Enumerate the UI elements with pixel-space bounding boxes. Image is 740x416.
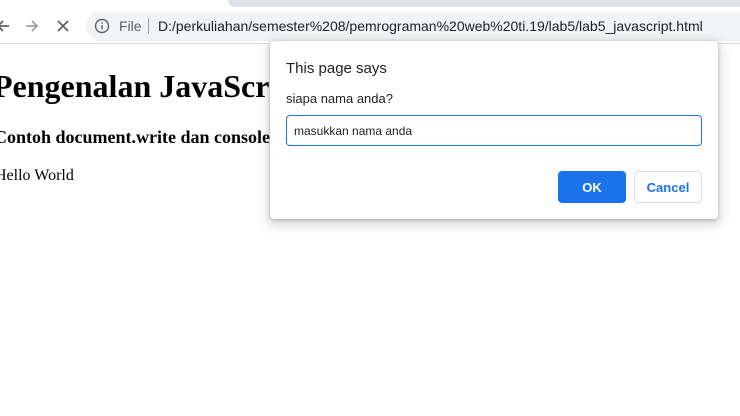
inactive-tab-area[interactable]	[228, 0, 740, 7]
prompt-dialog: This page says siapa nama anda? OK Cance…	[270, 41, 718, 219]
address-bar[interactable]: File D:/perkuliahan/semester%208/pemrogr…	[86, 11, 740, 41]
page-subheading: Contoh document.write dan console	[0, 127, 271, 147]
omnibox-divider	[148, 18, 149, 34]
page-heading: Pengenalan JavaScript	[0, 68, 307, 104]
stop-loading-icon[interactable]	[52, 15, 74, 37]
tab-strip	[0, 0, 740, 9]
url-text[interactable]: D:/perkuliahan/semester%208/pemrograman%…	[158, 18, 703, 34]
dialog-message: siapa nama anda?	[286, 91, 393, 106]
dialog-title: This page says	[286, 60, 387, 77]
page-paragraph: Hello World	[0, 167, 74, 184]
ok-button[interactable]: OK	[558, 171, 626, 203]
info-circle-icon[interactable]	[94, 18, 110, 34]
forward-icon[interactable]	[21, 15, 43, 37]
browser-toolbar: File D:/perkuliahan/semester%208/pemrogr…	[0, 9, 740, 43]
back-icon[interactable]	[0, 15, 14, 37]
site-security-label[interactable]: File	[119, 18, 142, 34]
cancel-button[interactable]: Cancel	[634, 171, 702, 203]
prompt-input[interactable]	[286, 115, 702, 146]
